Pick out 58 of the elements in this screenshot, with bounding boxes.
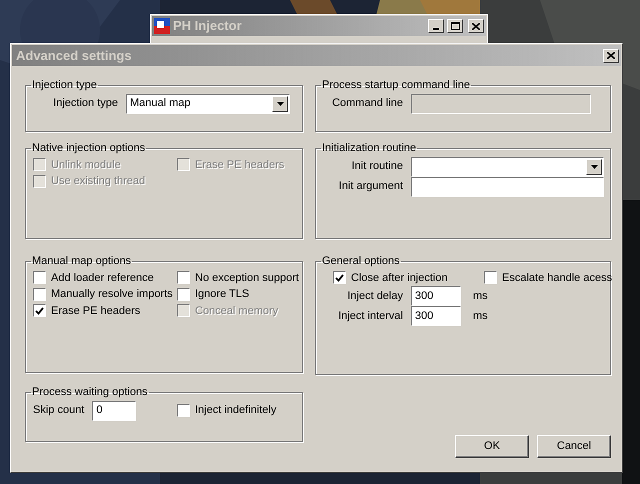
- checkbox-label: Erase PE headers: [51, 304, 140, 318]
- unit-label: ms: [473, 288, 488, 304]
- checkbox-label: Inject indefinitely: [195, 403, 276, 418]
- dropdown-field[interactable]: [411, 156, 604, 176]
- dropdown-value: Manual map: [130, 96, 192, 112]
- dropdown-field[interactable]: Manual map: [126, 94, 290, 114]
- checkbox-label: Erase PE headers: [195, 158, 284, 172]
- checkbox-label: Use existing thread: [51, 174, 146, 189]
- unit-label: ms: [473, 308, 488, 324]
- app-logo-icon: [154, 18, 170, 34]
- minimize-button[interactable]: [428, 19, 444, 33]
- close-icon: [472, 22, 480, 30]
- dropdown-button[interactable]: [272, 96, 288, 112]
- field-label: Init argument: [338, 179, 403, 194]
- text-field[interactable]: 0: [92, 400, 136, 420]
- group-title: Manual map options: [31, 254, 132, 269]
- field-label: Inject delay: [346, 288, 403, 304]
- field-label: Command line: [331, 96, 403, 112]
- window-title: Advanced settings: [16, 46, 133, 65]
- checkbox-label: No exception support: [195, 270, 299, 286]
- text-field[interactable]: 300: [411, 286, 461, 306]
- checkbox-label: Conceal memory: [195, 304, 278, 318]
- field-label: Skip count: [33, 403, 84, 418]
- group-title: Process startup command line: [321, 78, 471, 93]
- maximize-button[interactable]: [447, 19, 463, 33]
- checkbox-label: Close after injection: [351, 270, 448, 286]
- text-field[interactable]: 300: [411, 306, 461, 326]
- checkbox[interactable]: [33, 271, 46, 284]
- close-button[interactable]: [468, 19, 484, 33]
- checkbox-label: Add loader reference: [51, 270, 154, 286]
- text-field[interactable]: [411, 176, 604, 196]
- checkbox[interactable]: [177, 271, 190, 284]
- checkbox-label: Unlink module: [51, 158, 121, 172]
- checkbox[interactable]: [177, 404, 190, 417]
- close-icon: [607, 52, 615, 59]
- field-label: Inject interval: [337, 308, 403, 324]
- checkbox-label: Escalate handle acess: [502, 270, 612, 286]
- checkbox-label: Manually resolve imports: [51, 287, 173, 302]
- checkbox[interactable]: [33, 288, 46, 301]
- dropdown-button[interactable]: [586, 158, 602, 174]
- field-label: Init routine: [350, 159, 403, 174]
- group-title: Process waiting options: [31, 385, 149, 400]
- checkbox[interactable]: [333, 271, 346, 284]
- checkbox[interactable]: [33, 304, 46, 318]
- checkbox[interactable]: [484, 271, 497, 284]
- group-title: General options: [321, 254, 401, 269]
- dropdown-arrow-icon: [590, 164, 598, 168]
- group-title: Injection type: [31, 78, 98, 93]
- field-label: Injection type: [52, 96, 118, 112]
- checkbox-label: Ignore TLS: [195, 287, 250, 302]
- close-button[interactable]: [603, 48, 619, 62]
- dialog-button[interactable]: OK: [455, 435, 529, 458]
- group-title: Initialization routine: [321, 141, 418, 156]
- dropdown-arrow-icon: [276, 102, 284, 106]
- window-title: PH Injector: [173, 17, 243, 36]
- checkbox[interactable]: [177, 288, 190, 301]
- dialog-button[interactable]: Cancel: [537, 435, 611, 458]
- group-title: Native injection options: [31, 141, 146, 156]
